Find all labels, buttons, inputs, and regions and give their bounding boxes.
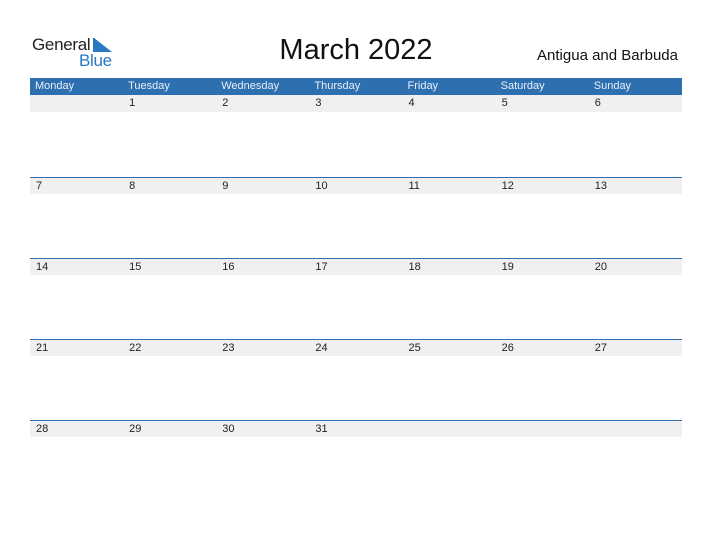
day-cell: 23 — [222, 342, 235, 354]
day-cell: 26 — [501, 342, 514, 354]
day-cell: 15 — [129, 261, 142, 273]
date-band: 21 22 23 24 25 26 27 — [30, 340, 682, 356]
day-cell: 21 — [36, 342, 49, 354]
day-cell: 11 — [408, 180, 420, 192]
date-band: 1 2 3 4 5 6 — [30, 95, 682, 112]
day-cell: 25 — [408, 342, 421, 354]
day-cell: 4 — [408, 97, 415, 109]
day-cell: 22 — [129, 342, 142, 354]
day-cell: 14 — [36, 261, 49, 273]
day-cell: 13 — [594, 180, 607, 192]
weekday-friday: Friday — [407, 80, 439, 92]
day-cell: 17 — [315, 261, 328, 273]
day-cell: 31 — [315, 423, 328, 435]
week-row-5: 28 29 30 31 — [30, 420, 682, 501]
day-cell: 19 — [501, 261, 514, 273]
day-cell: 8 — [129, 180, 136, 192]
day-cell: 2 — [222, 97, 229, 109]
day-cell: 9 — [222, 180, 229, 192]
day-cell — [30, 95, 123, 112]
week-row-3: 14 15 16 17 18 19 20 — [30, 258, 682, 339]
day-cell: 28 — [36, 423, 49, 435]
day-cell — [589, 421, 682, 437]
day-cell: 12 — [501, 180, 514, 192]
weekday-saturday: Saturday — [500, 80, 545, 92]
day-cell: 1 — [129, 97, 136, 109]
date-band: 28 29 30 31 — [30, 421, 682, 437]
country-label: Antigua and Barbuda — [537, 47, 678, 64]
date-band: 7 8 9 10 11 12 13 — [30, 178, 682, 194]
day-cell: 10 — [315, 180, 328, 192]
day-cell: 7 — [36, 180, 43, 192]
weekday-thursday: Thursday — [314, 80, 361, 92]
day-cell: 27 — [594, 342, 607, 354]
day-cell: 30 — [222, 423, 235, 435]
week-row-4: 21 22 23 24 25 26 27 — [30, 339, 682, 420]
day-cell: 3 — [315, 97, 322, 109]
weekday-tuesday: Tuesday — [128, 80, 170, 92]
day-cell: 6 — [594, 97, 601, 109]
day-cell — [403, 421, 496, 437]
day-cell — [496, 421, 589, 437]
weekday-header: Monday Tuesday Wednesday Thursday Friday… — [30, 78, 682, 95]
week-row-1: 1 2 3 4 5 6 — [30, 95, 682, 176]
day-cell: 5 — [501, 97, 508, 109]
weekday-monday: Monday — [35, 80, 75, 92]
week-row-2: 7 8 9 10 11 12 13 — [30, 177, 682, 258]
day-cell: 29 — [129, 423, 142, 435]
date-band: 14 15 16 17 18 19 20 — [30, 259, 682, 275]
weekday-sunday: Sunday — [593, 80, 632, 92]
day-cell: 18 — [408, 261, 421, 273]
day-cell: 20 — [594, 261, 607, 273]
day-cell: 24 — [315, 342, 328, 354]
day-cell: 16 — [222, 261, 235, 273]
weekday-wednesday: Wednesday — [221, 80, 280, 92]
